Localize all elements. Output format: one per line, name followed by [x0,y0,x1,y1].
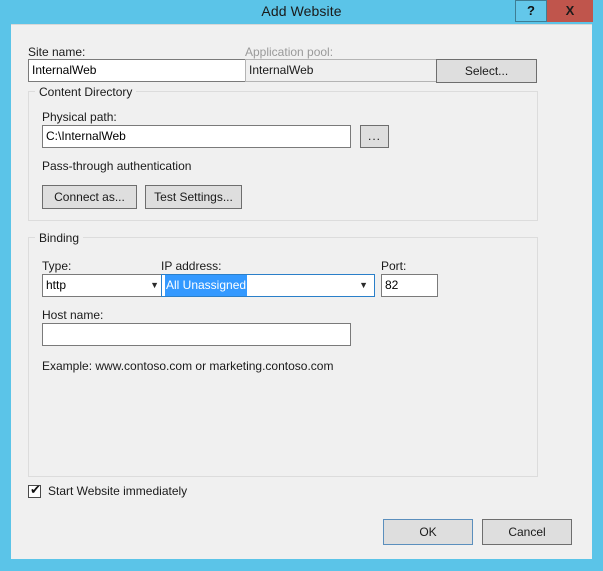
start-website-checkbox[interactable]: ✔ Start Website immediately [28,481,188,498]
binding-type-label: Type: [42,259,72,273]
pass-through-authentication-label: Pass-through authentication [42,159,192,173]
physical-path-label: Physical path: [42,110,117,124]
host-name-example-label: Example: www.contoso.com or marketing.co… [42,359,334,373]
application-pool-label: Application pool: [245,45,334,59]
application-pool-input: InternalWeb [245,59,439,82]
port-label: Port: [381,259,407,273]
window-title: Add Website [261,3,342,19]
ok-button[interactable]: OK [383,519,473,545]
binding-type-value: http [46,278,67,292]
binding-type-combo[interactable]: http ▼ [42,274,166,297]
connect-as-button[interactable]: Connect as... [42,185,137,209]
browse-physical-path-button[interactable]: ... [360,125,389,148]
close-button[interactable]: X [547,0,593,22]
chevron-down-icon: ▼ [359,280,368,290]
physical-path-input[interactable]: C:\InternalWeb [42,125,351,148]
checkbox-box-icon: ✔ [28,481,41,498]
ip-address-value: All Unassigned [165,275,248,296]
ip-address-combo[interactable]: All Unassigned ▼ [161,274,375,297]
help-button[interactable]: ? [515,0,547,22]
select-app-pool-button[interactable]: Select... [436,59,537,83]
host-name-input[interactable] [42,323,351,346]
add-website-dialog: Add Website ? X Site name: InternalWeb A… [0,0,603,571]
chevron-down-icon: ▼ [150,280,159,290]
port-input[interactable]: 82 [381,274,438,297]
binding-group-title: Binding [35,231,84,245]
host-name-label: Host name: [42,308,104,322]
title-bar: Add Website ? X [0,0,603,24]
start-website-label: Start Website immediately [48,484,188,498]
test-settings-button[interactable]: Test Settings... [145,185,242,209]
content-directory-group-title: Content Directory [35,85,137,99]
site-name-input[interactable]: InternalWeb [28,59,249,82]
site-name-label: Site name: [28,45,86,59]
ip-address-label: IP address: [161,259,222,273]
binding-group [28,237,538,477]
cancel-button[interactable]: Cancel [482,519,572,545]
check-icon: ✔ [30,481,41,497]
dialog-body: Site name: InternalWeb Application pool:… [11,24,592,559]
